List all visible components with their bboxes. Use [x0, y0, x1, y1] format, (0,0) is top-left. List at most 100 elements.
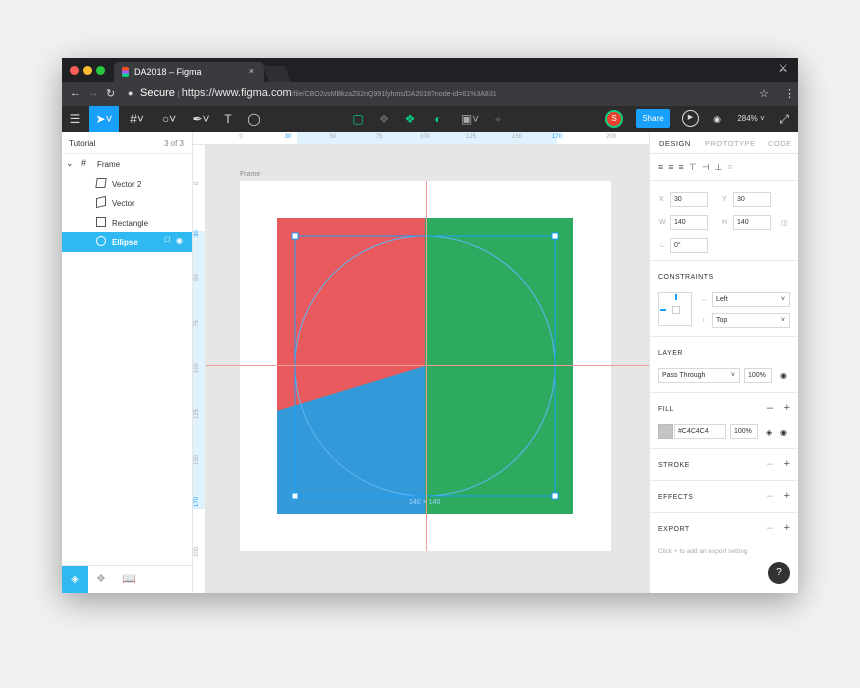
- mask-icon[interactable]: ◐: [430, 106, 446, 132]
- tab-code[interactable]: CODE: [768, 139, 792, 148]
- blend-drop-icon[interactable]: ◈: [766, 428, 772, 437]
- constraint-horizontal-select[interactable]: Left ˅: [712, 292, 790, 307]
- browser-menu-icon[interactable]: ⋮: [784, 87, 795, 100]
- browser-tab[interactable]: DA2018 – Figma ×: [114, 62, 264, 82]
- remove-fill-button[interactable]: –: [767, 402, 773, 414]
- layer-row-rectangle[interactable]: Rectangle: [62, 213, 192, 233]
- frame-tool-button[interactable]: #˅: [122, 106, 152, 132]
- layer-row-vector[interactable]: Vector: [62, 193, 192, 213]
- canvas[interactable]: Frame 140 × 140: [206, 145, 649, 593]
- divider: [650, 180, 798, 181]
- height-field[interactable]: 140: [733, 215, 771, 230]
- layer-row-frame[interactable]: ⌄ # Frame: [62, 154, 192, 174]
- ruler-tick: 125: [465, 134, 477, 140]
- chevron-down-icon[interactable]: ⌄: [66, 158, 76, 168]
- stroke-title: STROKE: [658, 462, 690, 469]
- constraint-widget[interactable]: [658, 292, 692, 326]
- add-stroke-button[interactable]: +: [784, 458, 790, 470]
- layer-opacity-field[interactable]: 100%: [744, 368, 772, 383]
- forward-icon[interactable]: →: [88, 87, 99, 99]
- components-tab-icon[interactable]: ❖: [96, 572, 106, 585]
- add-effect-button[interactable]: +: [784, 490, 790, 502]
- layer-label: Frame: [97, 160, 121, 169]
- x-field[interactable]: 30: [670, 192, 708, 207]
- main-menu-icon[interactable]: ☰: [62, 106, 88, 132]
- constrain-proportions-icon[interactable]: ◫: [781, 219, 788, 227]
- move-tool-button[interactable]: ➤˅: [89, 106, 119, 132]
- constraint-vertical-select[interactable]: Top ˅: [712, 313, 790, 328]
- page-selector[interactable]: Tutorial 3 of 3: [62, 132, 192, 154]
- blend-mode-select[interactable]: Pass Through ˅: [658, 368, 740, 383]
- ruler-tick: 150: [511, 134, 523, 140]
- present-icon[interactable]: ▶: [682, 110, 699, 127]
- fill-color-swatch[interactable]: [658, 424, 673, 439]
- avatar[interactable]: S: [605, 110, 623, 128]
- align-left-icon[interactable]: ≡: [658, 162, 668, 172]
- fill-hex-field[interactable]: #C4C4C4: [674, 424, 726, 439]
- rotation-icon: ∟: [659, 242, 666, 249]
- share-button[interactable]: Share: [636, 109, 670, 128]
- fill-opacity-field[interactable]: 100%: [730, 424, 758, 439]
- new-tab-button[interactable]: [263, 66, 291, 82]
- align-top-icon[interactable]: ⊤: [689, 162, 702, 172]
- add-fill-button[interactable]: +: [784, 402, 790, 414]
- frame-label[interactable]: Frame: [240, 171, 260, 178]
- close-window-button[interactable]: [70, 66, 79, 75]
- align-right-icon[interactable]: ≡: [679, 162, 689, 172]
- figma-toolbar: ☰ ➤˅ #˅ ○˅ ✒˅ T ◯ ▢ ❖ ❖ ◐ ▣˅ ⌖ S Share ▶…: [62, 106, 798, 132]
- chevron-down-icon: ˅: [780, 296, 785, 303]
- ruler-tick: 50: [194, 274, 200, 281]
- text-tool-button[interactable]: T: [218, 106, 238, 132]
- resize-icon[interactable]: ⤢: [774, 106, 794, 132]
- tab-design[interactable]: DESIGN: [659, 139, 691, 148]
- layers-tab-icon[interactable]: ◈: [62, 566, 88, 593]
- eye-icon[interactable]: ◉: [176, 236, 186, 246]
- fill-title: FILL: [658, 406, 675, 413]
- constraint-left-line[interactable]: [660, 309, 666, 311]
- component-disabled-icon: ❖: [378, 112, 390, 126]
- align-middle-icon[interactable]: ⊣: [702, 162, 715, 172]
- tab-close-button[interactable]: ×: [249, 66, 254, 76]
- ruler-tick: 200: [194, 546, 200, 557]
- bookmark-star-icon[interactable]: ☆: [759, 87, 769, 100]
- align-bottom-icon[interactable]: ⊥: [714, 162, 727, 172]
- layer-row-vector-2[interactable]: Vector 2: [62, 174, 192, 194]
- tab-prototype[interactable]: PROTOTYPE: [705, 139, 756, 148]
- zoom-dropdown[interactable]: 284% ˅: [734, 106, 768, 132]
- properties-panel: DESIGN PROTOTYPE CODE ≡≡≡⊤⊣⊥≡ X 30 Y 30 …: [649, 132, 798, 593]
- reload-icon[interactable]: ↻: [106, 87, 115, 100]
- y-label: Y: [722, 196, 727, 203]
- eye-icon[interactable]: ◉: [780, 371, 787, 380]
- help-button[interactable]: ?: [768, 562, 790, 584]
- view-icon[interactable]: ◉: [710, 106, 724, 132]
- align-center-icon[interactable]: ≡: [668, 162, 678, 172]
- maximize-window-button[interactable]: [96, 66, 105, 75]
- page-count: 3 of 3: [163, 139, 184, 148]
- layer-row-ellipse[interactable]: Ellipse ☐ ◉: [62, 232, 192, 252]
- incognito-icon: ⚔: [778, 63, 788, 75]
- constraint-top-line[interactable]: [675, 294, 677, 300]
- blend-mode-value: Pass Through: [662, 372, 706, 379]
- y-field[interactable]: 30: [733, 192, 771, 207]
- divider: [650, 336, 798, 337]
- distribute-icon[interactable]: ≡: [727, 162, 737, 172]
- guide-vertical: [426, 181, 427, 551]
- add-export-button[interactable]: +: [784, 522, 790, 534]
- url-field[interactable]: Secure | https://www.figma.com/file/CBO2…: [140, 87, 497, 99]
- remove-export-button: –: [766, 522, 773, 534]
- rotation-field[interactable]: 0°: [670, 238, 708, 253]
- guide-horizontal: [206, 365, 649, 366]
- minimize-window-button[interactable]: [83, 66, 92, 75]
- create-component-icon[interactable]: ❖: [402, 106, 418, 132]
- unlock-icon[interactable]: ☐: [164, 236, 174, 246]
- width-field[interactable]: 140: [670, 215, 708, 230]
- pen-tool-button[interactable]: ✒˅: [186, 106, 216, 132]
- boolean-icon[interactable]: ▣˅: [460, 106, 480, 132]
- shape-tool-button[interactable]: ○˅: [154, 106, 184, 132]
- library-tab-icon[interactable]: 📖: [122, 572, 136, 585]
- comment-tool-button[interactable]: ◯: [244, 106, 264, 132]
- eye-icon[interactable]: ◉: [780, 428, 787, 437]
- edit-object-icon[interactable]: ▢: [350, 106, 366, 132]
- back-icon[interactable]: ←: [70, 87, 81, 99]
- title-bar: DA2018 – Figma × ⚔: [62, 58, 798, 82]
